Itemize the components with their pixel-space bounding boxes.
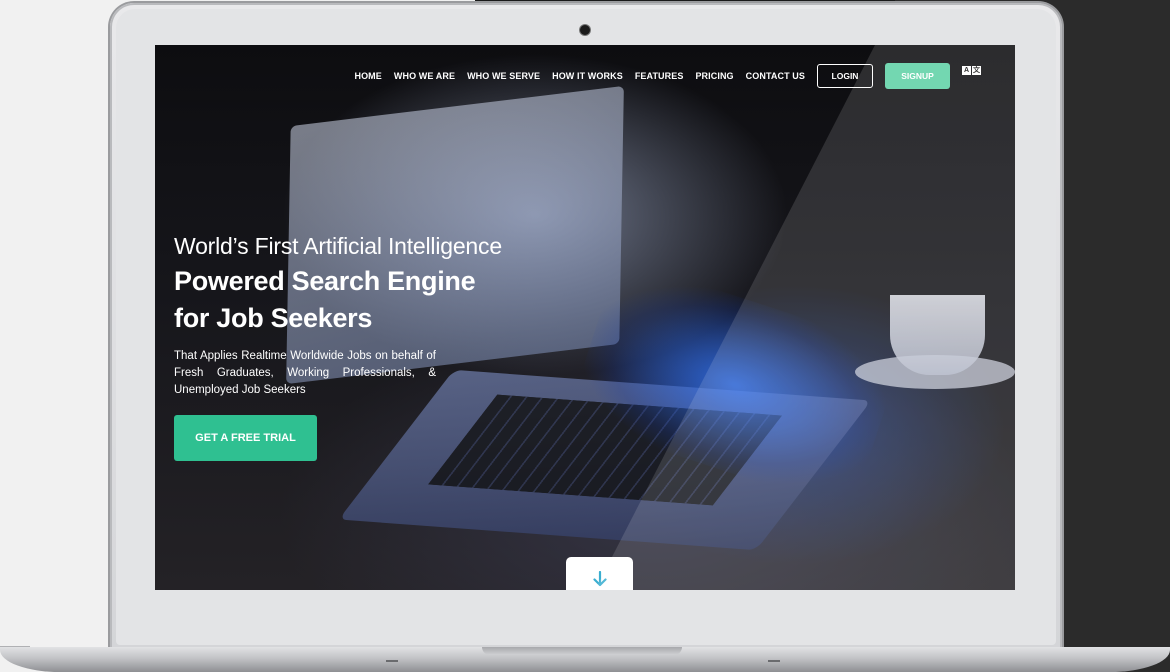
arrow-down-icon — [592, 571, 607, 587]
laptop-foot-right — [768, 660, 780, 662]
translate-icon-script: 文 — [972, 65, 981, 75]
nav-link-home[interactable]: HOME — [354, 71, 381, 81]
nav-link-who-we-are[interactable]: WHO WE ARE — [394, 71, 455, 81]
nav-link-features[interactable]: FEATURES — [635, 71, 684, 81]
main-navigation: HOME WHO WE ARE WHO WE SERVE HOW IT WORK… — [342, 63, 981, 89]
laptop-foot-left — [386, 660, 398, 662]
hero-heading-line2: Powered Search Engine — [174, 266, 476, 296]
nav-link-pricing[interactable]: PRICING — [695, 71, 733, 81]
hero-photo-cup — [890, 295, 985, 375]
hero-heading-line1: World’s First Artificial Intelligence — [174, 233, 502, 259]
translate-icon-latin: A — [962, 65, 971, 75]
nav-link-who-we-serve[interactable]: WHO WE SERVE — [467, 71, 540, 81]
translate-icon[interactable]: A 文 — [962, 65, 981, 75]
login-button[interactable]: LOGIN — [817, 64, 873, 88]
website-screen: HOME WHO WE ARE WHO WE SERVE HOW IT WORK… — [155, 45, 1015, 590]
hero-section: World’s First Artificial Intelligence Po… — [174, 233, 594, 399]
signup-button[interactable]: SIGNUP — [885, 63, 950, 89]
free-trial-button[interactable]: GET A FREE TRIAL — [174, 415, 317, 461]
scroll-down-button[interactable] — [566, 557, 633, 590]
laptop-hinge-notch — [482, 647, 682, 655]
nav-link-how-it-works[interactable]: HOW IT WORKS — [552, 71, 623, 81]
hero-heading-line3: for Job Seekers — [174, 303, 373, 333]
camera-icon — [580, 25, 590, 35]
hero-subtitle: That Applies Realtime Worldwide Jobs on … — [174, 350, 436, 396]
nav-link-contact-us[interactable]: CONTACT US — [746, 71, 805, 81]
